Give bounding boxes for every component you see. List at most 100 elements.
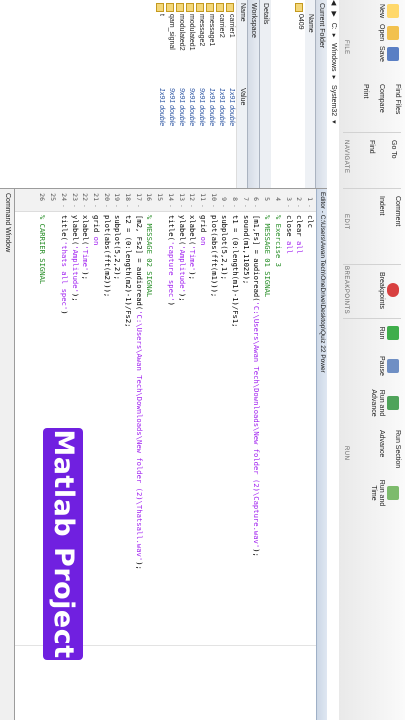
workspace-row[interactable]: t 1x91 double xyxy=(156,0,166,188)
code-line[interactable]: % CARRIER SIGNAL xyxy=(37,215,48,284)
code-line[interactable]: ylabel('Amplitude'); xyxy=(69,215,80,302)
workspace-row[interactable]: message1 1x91 double xyxy=(206,0,216,188)
workspace-row[interactable]: carrier2 1x91 double xyxy=(216,0,226,188)
open-button[interactable]: Open xyxy=(377,24,399,41)
code-line[interactable]: xlabel('Time'); xyxy=(187,215,197,280)
current-folder-header[interactable]: Name xyxy=(305,0,315,188)
line-number: 25 xyxy=(49,193,58,201)
line-number: 8 xyxy=(231,197,240,201)
code-line[interactable]: xlabel('Time'); xyxy=(80,215,90,280)
variable-name: qam_signal xyxy=(168,14,175,50)
line-number: 21 xyxy=(92,193,100,201)
code-line[interactable]: title('capture spec') xyxy=(165,215,176,306)
variable-name: message2 xyxy=(198,14,205,47)
workspace-row[interactable]: modulated1 9x91 double xyxy=(186,0,196,188)
code-line[interactable]: % Exercise 3 xyxy=(272,215,283,267)
indent-button[interactable]: Indent xyxy=(377,196,385,215)
find-files-button[interactable]: Find Files xyxy=(393,84,401,114)
line-marker: - xyxy=(81,204,90,208)
goto-button[interactable]: Go To xyxy=(389,140,397,159)
variable-name: carrier1 xyxy=(228,14,235,38)
variable-icon xyxy=(206,3,214,12)
workspace-row[interactable]: message2 9x91 double xyxy=(196,0,206,188)
line-marker: - xyxy=(220,204,229,208)
code-line[interactable]: [m1,Fs] = audioread('C:\Users\Awan Tech\… xyxy=(251,215,262,557)
variable-icon xyxy=(166,3,174,12)
line-number: 15 xyxy=(156,193,165,201)
run-and-time-button[interactable]: Run and Time xyxy=(369,478,399,508)
comment-button[interactable]: Comment xyxy=(393,196,401,226)
line-marker: - xyxy=(199,204,207,208)
code-line[interactable]: ylabel('Amplitude'); xyxy=(176,215,187,302)
line-number-gutter: 1-2-3-4 5 6-7-8-9-10-11-12-13-14-15 16 17-18… xyxy=(15,189,316,212)
file-section-label: FILE xyxy=(343,40,349,55)
left-panels: Current Folder Name 0409 Details Workspa… xyxy=(0,0,327,189)
run-section-label: RUN xyxy=(343,446,349,461)
line-marker: - xyxy=(209,204,218,208)
workspace-rows: carrier1 1x91 double carrier2 1x91 double me… xyxy=(156,0,236,188)
advance-button[interactable]: Advance xyxy=(377,430,385,457)
address-segment[interactable]: Windows xyxy=(330,43,337,71)
line-number: 24 xyxy=(59,193,68,201)
back-icon[interactable]: ◀ xyxy=(330,0,337,5)
details-header[interactable]: Details xyxy=(259,0,271,188)
command-window[interactable]: Command Window xyxy=(0,189,15,720)
line-number: 14 xyxy=(166,193,175,201)
folder-item[interactable]: 0409 xyxy=(295,0,305,188)
code-line[interactable]: grid on xyxy=(197,215,208,245)
separator xyxy=(343,188,401,189)
pause-button[interactable]: Pause xyxy=(377,356,399,376)
line-marker: - xyxy=(166,204,175,208)
run-advance-icon xyxy=(387,396,399,410)
print-button[interactable]: Print xyxy=(361,84,369,98)
variable-icon xyxy=(196,3,204,12)
code-line[interactable]: plot(abs(fft(m1))); xyxy=(208,215,219,297)
code-line[interactable]: t1 = (0:length(m1)-1)/Fs1; xyxy=(229,215,240,328)
workspace-row[interactable]: carrier1 1x91 double xyxy=(226,0,236,188)
address-segment[interactable]: C: xyxy=(330,23,337,30)
save-button[interactable]: Save xyxy=(377,46,399,62)
line-marker: - xyxy=(252,204,261,208)
code-line[interactable]: % MESSAGE 01 SIGNAL xyxy=(262,215,272,297)
code-line[interactable]: clc xyxy=(304,215,315,228)
line-number: 5 xyxy=(263,197,272,201)
run-button[interactable]: Run xyxy=(377,326,399,340)
address-bar[interactable]: ◀ ▶ C:▸ Windows▸ System32▾ xyxy=(326,0,339,720)
compare-button[interactable]: Compare xyxy=(377,84,385,113)
code-line[interactable]: t2 = (0:length(m2)-1)/Fs2; xyxy=(122,215,133,328)
navigate-section-label: NAVIGATE xyxy=(343,140,349,174)
chevron-down-icon[interactable]: ▾ xyxy=(330,120,337,124)
line-number: 11 xyxy=(199,193,207,201)
folder-icon xyxy=(387,25,399,40)
line-number: 2 xyxy=(295,197,304,201)
code-line[interactable]: subplot(5,2,1); xyxy=(219,215,229,280)
line-number: 3 xyxy=(284,197,293,201)
workspace-row[interactable]: qam_signal 9x91 double xyxy=(166,0,176,188)
run-and-advance-button[interactable]: Run and Advance xyxy=(369,386,399,420)
code-line[interactable]: clear all xyxy=(294,215,304,254)
variable-icon xyxy=(176,3,184,12)
line-marker: - xyxy=(241,204,250,208)
variable-value: 1x91 double xyxy=(218,88,225,127)
workspace-row[interactable]: modulated2 9x91 double xyxy=(176,0,186,188)
matlab-project-banner: Matlab Project xyxy=(43,428,83,660)
find-button[interactable]: Find xyxy=(367,140,375,154)
code-line[interactable]: sound(m1,11025); xyxy=(240,215,251,284)
workspace-header[interactable]: Name Value xyxy=(236,0,247,188)
forward-icon[interactable]: ▶ xyxy=(330,11,337,16)
address-segment[interactable]: System32 xyxy=(330,85,337,116)
run-section-button[interactable]: Run Section xyxy=(393,430,401,468)
code-line[interactable]: title('thats all spec') xyxy=(58,215,69,315)
code-line[interactable]: subplot(5,2,2); xyxy=(112,215,122,280)
new-button[interactable]: New xyxy=(377,4,399,18)
code-line[interactable]: grid on xyxy=(90,215,101,245)
code-line[interactable]: [m2, Fs2] = audioread('C:\Users\Awan Tec… xyxy=(133,215,144,570)
variable-name: message1 xyxy=(208,14,215,47)
variable-icon xyxy=(156,3,164,12)
code-line[interactable]: close all xyxy=(283,215,294,254)
line-marker: - xyxy=(92,204,100,208)
code-line[interactable]: plot(abs(fft(m2))); xyxy=(101,215,112,297)
breakpoints-button[interactable]: Breakpoints xyxy=(377,272,399,309)
variable-value: 9x91 double xyxy=(198,88,205,127)
code-line[interactable]: % MESSAGE 02 SIGNAL xyxy=(144,215,155,297)
